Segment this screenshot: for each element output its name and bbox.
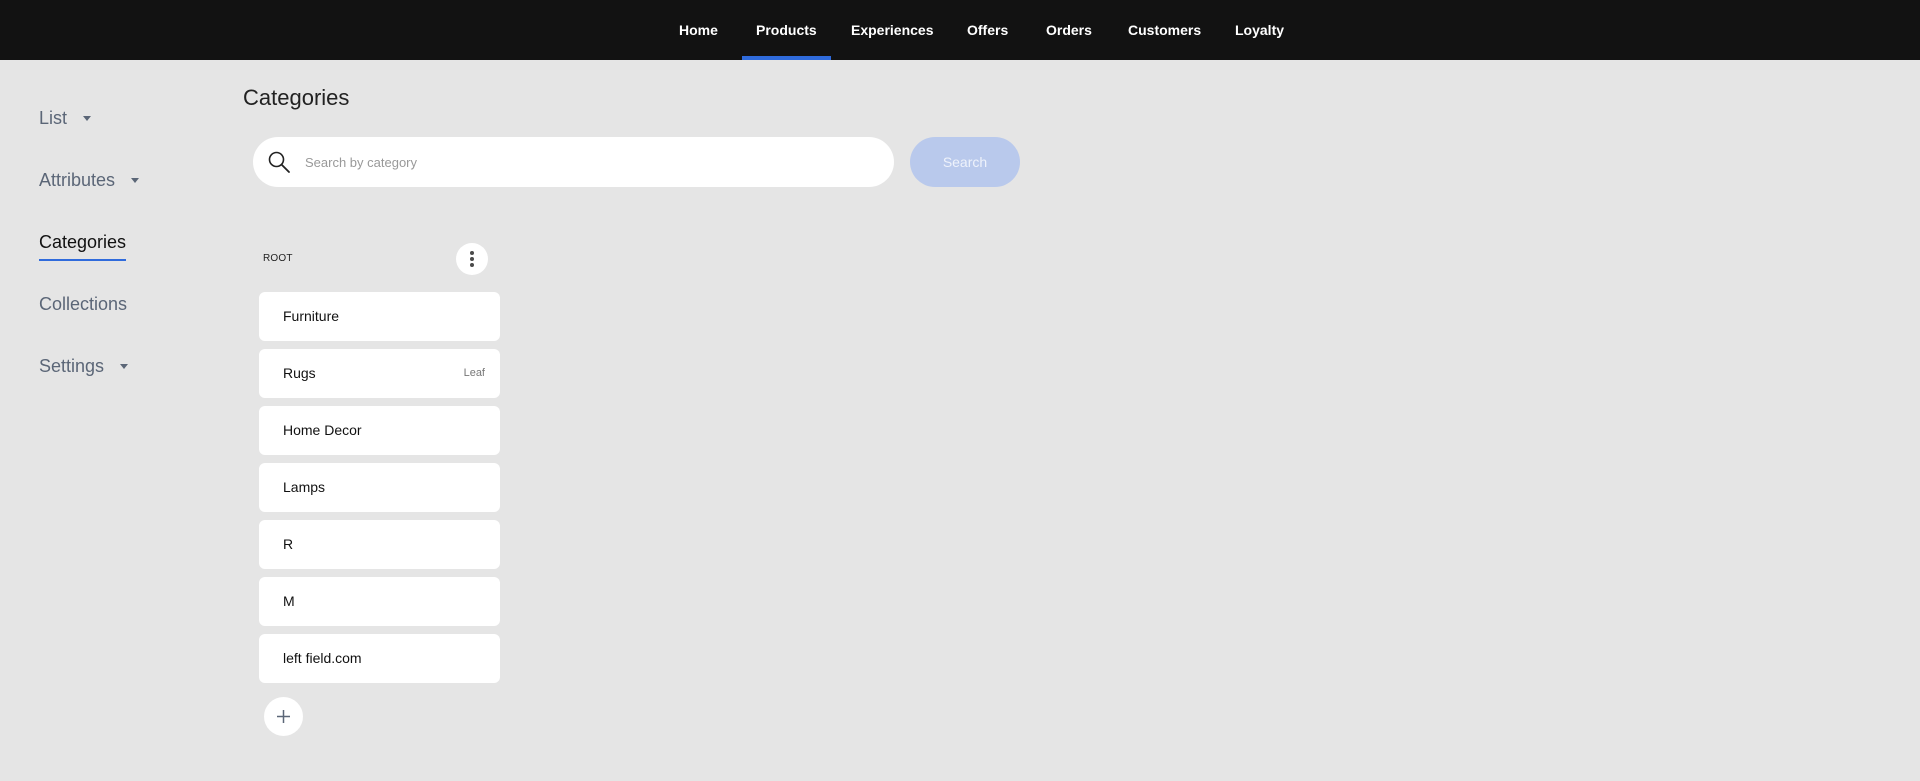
category-item-home-decor[interactable]: Home Decor xyxy=(259,406,500,455)
category-name: M xyxy=(283,593,295,609)
category-name: Rugs xyxy=(283,365,316,381)
category-name: Lamps xyxy=(283,479,326,495)
category-item-m[interactable]: M xyxy=(259,577,500,626)
sidebar-item-categories[interactable]: Categories xyxy=(39,232,127,261)
tree-root-label: ROOT xyxy=(263,253,293,264)
sidebar-item-label: Collections xyxy=(39,294,128,314)
caret-down-icon xyxy=(131,178,140,183)
category-item-r[interactable]: R xyxy=(259,520,500,569)
sidebar-item-label: Categories xyxy=(39,232,127,261)
nav-item-orders[interactable]: Orders xyxy=(1046,0,1092,60)
nav-item-offers[interactable]: Offers xyxy=(967,0,1008,60)
category-name: Furniture xyxy=(283,308,340,324)
category-item-rugs[interactable]: Rugs Leaf xyxy=(259,349,500,398)
leaf-badge: Leaf xyxy=(463,367,485,379)
nav-item-experiences[interactable]: Experiences xyxy=(851,0,934,60)
page-title: Categories xyxy=(243,85,350,110)
search-button[interactable]: Search xyxy=(910,137,1020,187)
plus-icon xyxy=(277,710,290,723)
category-name: left field.com xyxy=(283,650,362,666)
add-category-button[interactable] xyxy=(264,697,303,736)
category-name: R xyxy=(283,536,294,552)
nav-item-customers[interactable]: Customers xyxy=(1128,0,1201,60)
top-navigation-bar: Home Products Experiences Offers Orders … xyxy=(0,0,1920,60)
sidebar-item-label: Attributes xyxy=(39,170,116,190)
category-list: Furniture Rugs Leaf Home Decor Lamps R M… xyxy=(259,292,500,691)
nav-item-products[interactable]: Products xyxy=(742,0,831,60)
category-item-left-field[interactable]: left field.com xyxy=(259,634,500,683)
search-box xyxy=(253,137,894,187)
sidebar-item-label: Settings xyxy=(39,356,105,376)
kebab-menu-icon[interactable] xyxy=(456,243,488,275)
category-item-lamps[interactable]: Lamps xyxy=(259,463,500,512)
sidebar-item-label: List xyxy=(39,108,68,128)
search-icon xyxy=(267,150,291,174)
category-name: Home Decor xyxy=(283,422,362,438)
sidebar-item-attributes[interactable]: Attributes xyxy=(39,170,140,191)
category-item-furniture[interactable]: Furniture xyxy=(259,292,500,341)
caret-down-icon xyxy=(83,116,92,121)
sidebar-item-settings[interactable]: Settings xyxy=(39,356,129,377)
search-input[interactable] xyxy=(305,137,875,187)
caret-down-icon xyxy=(120,364,129,369)
nav-item-home[interactable]: Home xyxy=(679,0,718,60)
nav-item-loyalty[interactable]: Loyalty xyxy=(1235,0,1284,60)
sidebar-item-list[interactable]: List xyxy=(39,108,92,129)
sidebar-item-collections[interactable]: Collections xyxy=(39,294,127,315)
